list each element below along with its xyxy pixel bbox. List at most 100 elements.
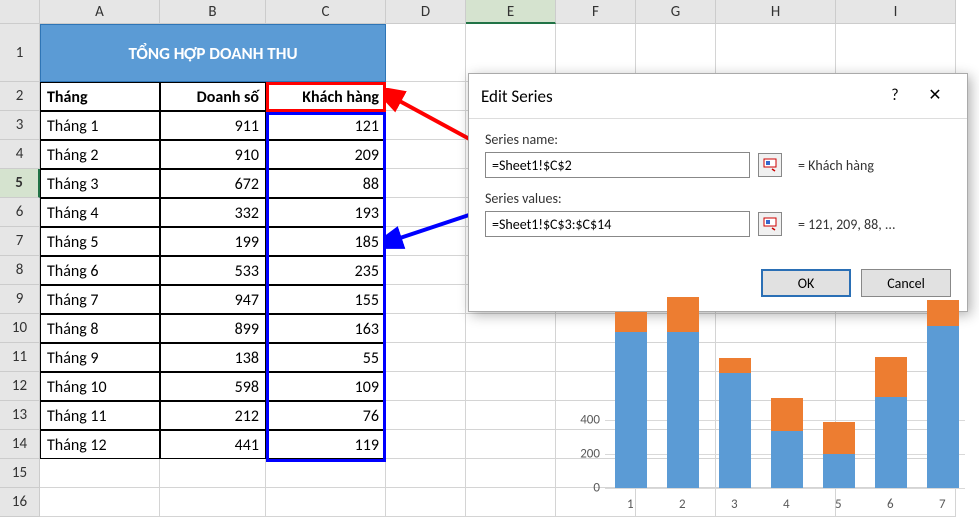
bar-base[interactable] xyxy=(719,373,751,488)
row-header-5[interactable]: 5 xyxy=(0,169,40,198)
cell-thang-7[interactable]: Tháng 5 xyxy=(40,227,160,256)
cell-D13[interactable] xyxy=(386,401,466,430)
cell-kh-11[interactable]: 55 xyxy=(266,343,386,372)
cell-D6[interactable] xyxy=(386,198,466,227)
cell-A15[interactable] xyxy=(40,459,160,488)
col-header-A[interactable]: A xyxy=(40,0,160,24)
cell-B15[interactable] xyxy=(160,459,266,488)
header-doanhso[interactable]: Doanh số xyxy=(160,82,266,111)
cell-kh-14[interactable]: 119 xyxy=(266,430,386,459)
row-header-15[interactable]: 15 xyxy=(0,459,40,488)
cell-ds-3[interactable]: 911 xyxy=(160,111,266,140)
row-header-14[interactable]: 14 xyxy=(0,430,40,459)
bar-top[interactable] xyxy=(927,300,959,326)
cell-kh-7[interactable]: 185 xyxy=(266,227,386,256)
cell-kh-8[interactable]: 235 xyxy=(266,256,386,285)
col-header-D[interactable]: D xyxy=(386,0,466,24)
cell-D2[interactable] xyxy=(386,82,466,111)
cell-E13[interactable] xyxy=(466,401,556,430)
bar-base[interactable] xyxy=(875,397,907,488)
cell-ds-14[interactable]: 441 xyxy=(160,430,266,459)
cell-D11[interactable] xyxy=(386,343,466,372)
cell-thang-6[interactable]: Tháng 4 xyxy=(40,198,160,227)
cell-D3[interactable] xyxy=(386,111,466,140)
cell-E15[interactable] xyxy=(466,459,556,488)
cell-kh-3[interactable]: 121 xyxy=(266,111,386,140)
cell-kh-4[interactable]: 209 xyxy=(266,140,386,169)
row-header-7[interactable]: 7 xyxy=(0,227,40,256)
cell-thang-14[interactable]: Tháng 12 xyxy=(40,430,160,459)
collapse-range-button-name[interactable] xyxy=(758,153,782,177)
cell-C16[interactable] xyxy=(266,488,386,517)
cell-ds-9[interactable]: 947 xyxy=(160,285,266,314)
cell-kh-13[interactable]: 76 xyxy=(266,401,386,430)
cell-ds-6[interactable]: 332 xyxy=(160,198,266,227)
title-banner[interactable]: TỔNG HỢP DOANH THU xyxy=(40,24,386,82)
row-header-2[interactable]: 2 xyxy=(0,82,40,111)
row-header-13[interactable]: 13 xyxy=(0,401,40,430)
row-header-11[interactable]: 11 xyxy=(0,343,40,372)
ok-button[interactable]: OK xyxy=(761,269,851,297)
cell-ds-13[interactable]: 212 xyxy=(160,401,266,430)
cell-thang-5[interactable]: Tháng 3 xyxy=(40,169,160,198)
chart[interactable]: 02004001234567 xyxy=(565,300,970,518)
row-header-10[interactable]: 10 xyxy=(0,314,40,343)
close-button[interactable]: ✕ xyxy=(915,82,955,110)
col-header-C[interactable]: C xyxy=(266,0,386,24)
cell-E16[interactable] xyxy=(466,488,556,517)
cell-D10[interactable] xyxy=(386,314,466,343)
col-header-F[interactable]: F xyxy=(556,0,636,24)
cell-thang-4[interactable]: Tháng 2 xyxy=(40,140,160,169)
cell-E10[interactable] xyxy=(466,314,556,343)
cell-thang-9[interactable]: Tháng 7 xyxy=(40,285,160,314)
cell-ds-4[interactable]: 910 xyxy=(160,140,266,169)
cell-D7[interactable] xyxy=(386,227,466,256)
cell-C15[interactable] xyxy=(266,459,386,488)
help-button[interactable]: ? xyxy=(875,82,915,110)
cell-kh-10[interactable]: 163 xyxy=(266,314,386,343)
cell-D12[interactable] xyxy=(386,372,466,401)
bar-top[interactable] xyxy=(615,312,647,333)
cell-D9[interactable] xyxy=(386,285,466,314)
bar-base[interactable] xyxy=(667,332,699,488)
header-khachhang[interactable]: Khách hàng xyxy=(266,82,386,111)
series-values-input[interactable] xyxy=(485,211,750,237)
row-header-4[interactable]: 4 xyxy=(0,140,40,169)
header-thang[interactable]: Tháng xyxy=(40,82,160,111)
bar-top[interactable] xyxy=(875,357,907,397)
col-header-G[interactable]: G xyxy=(636,0,716,24)
cell-E12[interactable] xyxy=(466,372,556,401)
bar-top[interactable] xyxy=(771,398,803,431)
bar-base[interactable] xyxy=(771,431,803,488)
cell-B16[interactable] xyxy=(160,488,266,517)
row-header-8[interactable]: 8 xyxy=(0,256,40,285)
dialog-titlebar[interactable]: Edit Series ? ✕ xyxy=(469,74,967,119)
row-header-3[interactable]: 3 xyxy=(0,111,40,140)
row-header-6[interactable]: 6 xyxy=(0,198,40,227)
bar-top[interactable] xyxy=(667,297,699,333)
cell-thang-10[interactable]: Tháng 8 xyxy=(40,314,160,343)
cell-D1[interactable] xyxy=(386,24,466,82)
cell-D4[interactable] xyxy=(386,140,466,169)
cell-E14[interactable] xyxy=(466,430,556,459)
cell-kh-6[interactable]: 193 xyxy=(266,198,386,227)
cell-ds-12[interactable]: 598 xyxy=(160,372,266,401)
row-header-1[interactable]: 1 xyxy=(0,24,40,82)
bar-top[interactable] xyxy=(823,422,855,454)
cell-D8[interactable] xyxy=(386,256,466,285)
cell-kh-9[interactable]: 155 xyxy=(266,285,386,314)
bar-base[interactable] xyxy=(927,326,959,488)
row-header-9[interactable]: 9 xyxy=(0,285,40,314)
bar-base[interactable] xyxy=(615,332,647,488)
cell-A16[interactable] xyxy=(40,488,160,517)
cell-D5[interactable] xyxy=(386,169,466,198)
cell-kh-12[interactable]: 109 xyxy=(266,372,386,401)
select-all-corner[interactable] xyxy=(0,0,40,24)
cell-D16[interactable] xyxy=(386,488,466,517)
row-header-12[interactable]: 12 xyxy=(0,372,40,401)
cell-kh-5[interactable]: 88 xyxy=(266,169,386,198)
cell-ds-11[interactable]: 138 xyxy=(160,343,266,372)
cell-D14[interactable] xyxy=(386,430,466,459)
cell-thang-8[interactable]: Tháng 6 xyxy=(40,256,160,285)
series-name-input[interactable] xyxy=(485,152,750,178)
